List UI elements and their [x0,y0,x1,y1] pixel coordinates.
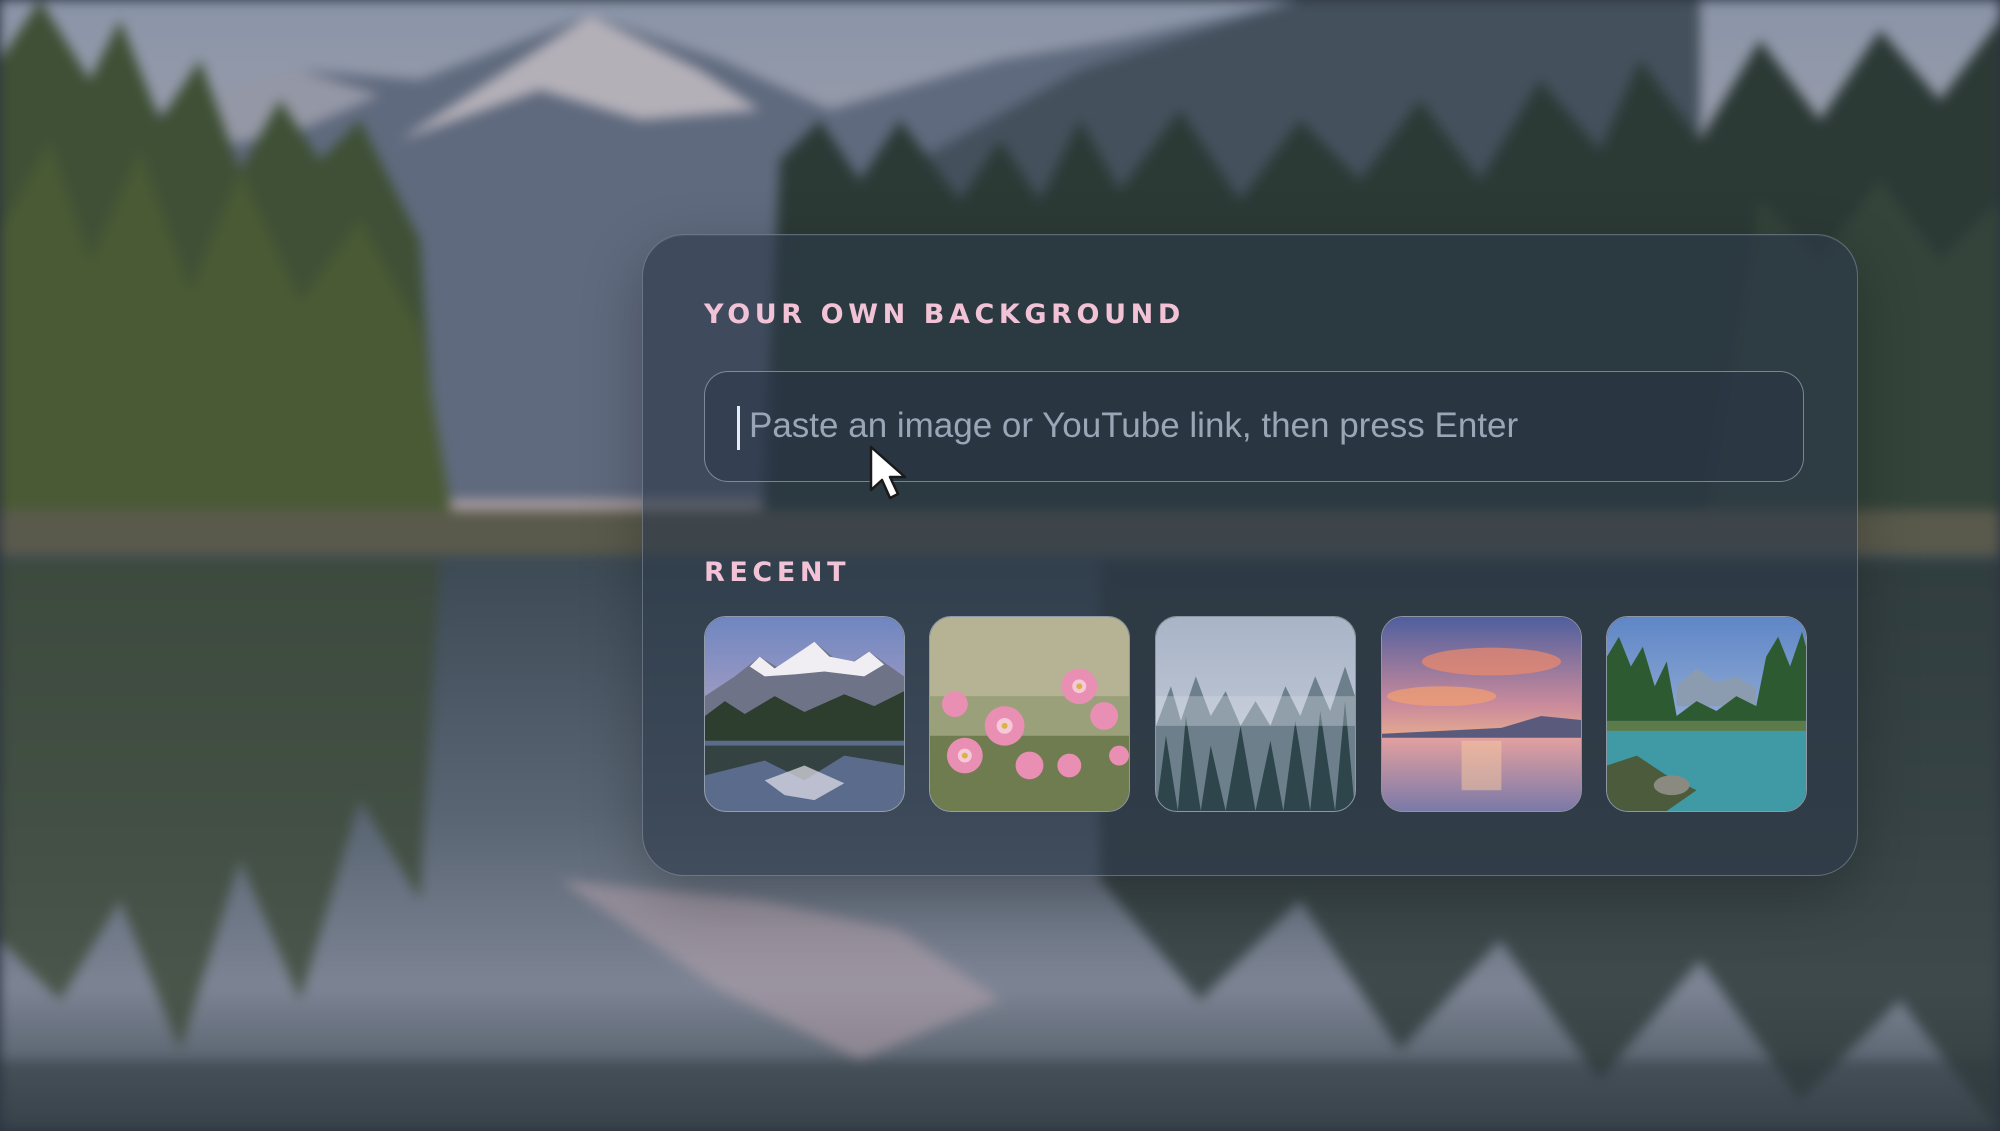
forest-river-image [1607,617,1806,811]
pink-flowers-image [930,617,1129,811]
pink-flowers-thumbnail[interactable] [929,616,1130,812]
recent-thumbnails [704,616,1807,812]
panel-title: YOUR OWN BACKGROUND [704,299,1185,330]
mountain-lake-image [705,617,904,811]
sunset-lake-image [1382,617,1581,811]
mouse-pointer-icon [869,445,907,500]
desktop-scene: YOUR OWN BACKGROUND RECENT [0,0,2000,1131]
misty-forest-thumbnail[interactable] [1155,616,1356,812]
text-caret [737,406,740,450]
sunset-lake-thumbnail[interactable] [1381,616,1582,812]
background-picker-panel: YOUR OWN BACKGROUND RECENT [642,234,1858,876]
recent-section-label: RECENT [704,557,851,588]
misty-forest-image [1156,617,1355,811]
mountain-lake-thumbnail[interactable] [704,616,905,812]
forest-river-thumbnail[interactable] [1606,616,1807,812]
